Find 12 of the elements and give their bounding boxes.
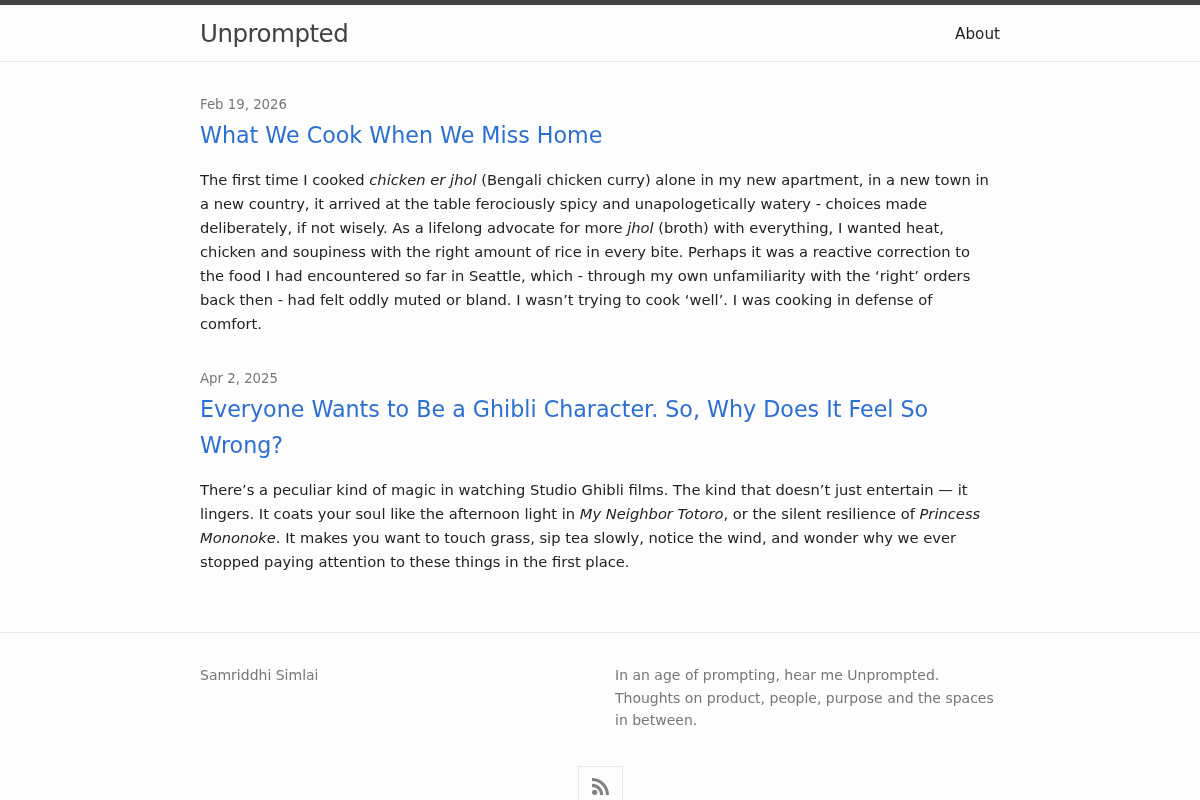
author-name: Samriddhi Simlai bbox=[200, 667, 319, 683]
site-description: In an age of prompting, hear me Unprompted. Thoughts on product, people, purpose and the spaces in between. bbox=[615, 666, 995, 730]
post-title-link[interactable]: What We Cook When We Miss Home bbox=[200, 117, 603, 153]
post-title-link[interactable]: Everyone Wants to Be a Ghibli Character. So, Why Does It Feel So Wrong? bbox=[200, 391, 1000, 463]
rss-icon bbox=[592, 778, 609, 795]
nav-link[interactable]: About bbox=[955, 24, 1000, 43]
site-title-link[interactable]: Unprompted bbox=[200, 18, 349, 48]
post-excerpt: There’s a peculiar kind of magic in watching Studio Ghibli films. The kind that doesn’t just entertain — it lingers. It coats your soul like the afternoon light in My Neighbor Totoro, or the silent resilience of Princess Mononoke. It makes you want to touch grass, sip tea slowly, notice the wind, and wonder why we ever stopped paying attention to these things in the first place. bbox=[200, 480, 982, 572]
post-date: Apr 2, 2025 bbox=[200, 370, 278, 388]
post-date: Feb 19, 2026 bbox=[200, 96, 287, 114]
post-excerpt: The first time I cooked chicken er jhol (Bengali chicken curry) alone in my new apartment, in a new town in a new country, it arrived at the table ferociously spicy and unapologetically watery - choices made deliberately, if not wisely. As a lifelong advocate for more jhol (broth) with everything, I wanted heat, chicken and soupiness with the right amount of rice in every bite. Perhaps it was a reactive correction to the food I had encountered so far in Seattle, which - through my own unfamiliarity with the ‘right’ orders back then - had felt oddly muted or bland. I wasn’t trying to cook ‘well’. I was cooking in defense of comfort. bbox=[200, 170, 990, 334]
rss-feed-link[interactable] bbox=[578, 765, 623, 800]
